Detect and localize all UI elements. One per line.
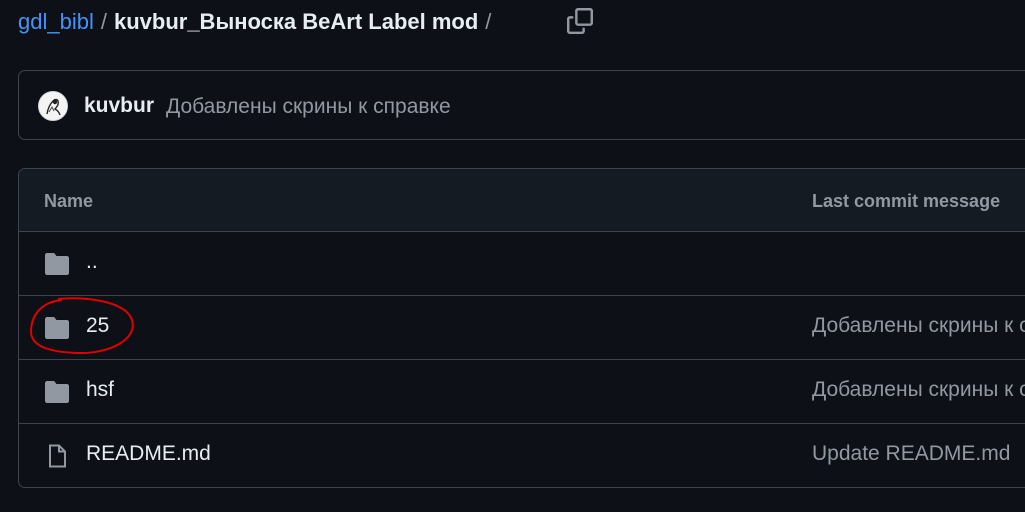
breadcrumb: gdl_bibl / kuvbur_Выноска BeArt Label mo… (18, 6, 498, 38)
folder-icon (45, 381, 69, 403)
row-commit-message[interactable]: Добавлены скрины к справке (812, 378, 1025, 402)
file-table: Name Last commit message .. 25 Добавлены… (18, 168, 1025, 488)
row-file-name[interactable]: .. (86, 250, 98, 274)
column-header-last-commit-message: Last commit message (812, 191, 1001, 211)
table-header: Name Last commit message (19, 169, 1025, 232)
row-commit-message[interactable]: Update README.md (812, 442, 1010, 466)
copy-path-button[interactable] (562, 4, 598, 38)
commit-message-link[interactable]: Добавлены скрины к справке (166, 95, 451, 119)
table-row-file-readme[interactable]: README.md Update README.md (19, 424, 1025, 487)
commit-author-link[interactable]: kuvbur (84, 94, 154, 118)
breadcrumb-trailing-separator: / (485, 9, 492, 34)
folder-icon (45, 317, 69, 339)
breadcrumb-current-folder: kuvbur_Выноска BeArt Label mod (113, 9, 479, 34)
table-row-parent-directory[interactable]: .. (19, 232, 1025, 296)
row-file-name[interactable]: hsf (86, 378, 114, 402)
column-header-name: Name (44, 191, 94, 211)
breadcrumb-separator: / (100, 9, 107, 34)
avatar[interactable] (38, 91, 68, 121)
avatar-image-icon (39, 92, 67, 120)
table-row-folder-hsf[interactable]: hsf Добавлены скрины к справке (19, 360, 1025, 424)
folder-icon (45, 253, 69, 275)
table-row-folder-25[interactable]: 25 Добавлены скрины к справке (19, 296, 1025, 360)
latest-commit-bar: kuvbur Добавлены скрины к справке (18, 70, 1025, 140)
file-icon (49, 444, 66, 468)
copy-icon (567, 8, 593, 34)
row-file-name[interactable]: README.md (86, 442, 211, 466)
row-commit-message[interactable]: Добавлены скрины к справке (812, 314, 1025, 338)
breadcrumb-repo-link[interactable]: gdl_bibl (18, 9, 94, 35)
row-file-name[interactable]: 25 (86, 314, 109, 338)
